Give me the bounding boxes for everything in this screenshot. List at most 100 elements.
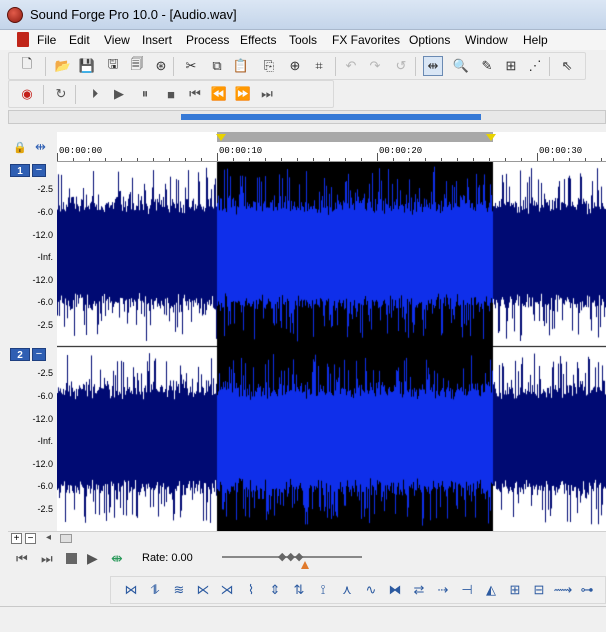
open-file-icon[interactable]: 📂 xyxy=(53,56,73,76)
redo-icon[interactable]: ↷ xyxy=(365,56,385,76)
play-device-icon[interactable]: ⇼ xyxy=(111,550,123,567)
save-icon[interactable]: 💾 xyxy=(77,56,97,76)
render-icon[interactable]: ⊛ xyxy=(151,56,171,76)
toolbar-separator xyxy=(173,57,174,76)
save-as-icon[interactable]: 🖫 xyxy=(103,56,123,76)
chorus-icon[interactable]: ⟟ xyxy=(313,580,333,600)
menu-tools[interactable]: Tools xyxy=(289,33,317,47)
menu-process[interactable]: Process xyxy=(186,33,229,47)
channel-2-collapse-button[interactable]: − xyxy=(32,348,46,361)
crop-icon[interactable]: ⌗ xyxy=(309,56,329,76)
pan-icon[interactable]: ⌇ xyxy=(241,580,261,600)
ruler-tick xyxy=(137,158,138,161)
fast-forward-icon[interactable]: ⏩ xyxy=(233,84,253,104)
selection-bar[interactable] xyxy=(216,132,496,142)
play-icon[interactable]: ▶ xyxy=(109,84,129,104)
menu-help[interactable]: Help xyxy=(523,33,548,47)
toolbar-separator xyxy=(43,85,44,104)
overview-visible-range[interactable] xyxy=(181,114,481,120)
reverb-icon[interactable]: ∿ xyxy=(361,580,381,600)
rate-default-marker xyxy=(301,561,309,569)
rate-slider-thumb[interactable]: ◆◆◆ xyxy=(278,550,303,563)
channel-1-collapse-button[interactable]: − xyxy=(32,164,46,177)
flanger-icon[interactable]: ⧓ xyxy=(385,580,405,600)
go-to-end-icon[interactable]: ⏭ xyxy=(41,551,53,567)
eq-icon[interactable]: ⇕ xyxy=(265,580,285,600)
paste-special-icon[interactable]: ⎘ xyxy=(259,56,279,76)
pause-icon[interactable]: ⏸ xyxy=(135,84,155,104)
db-scale-label: -2.5 xyxy=(37,320,53,330)
channel-1-badge[interactable]: 1 xyxy=(10,164,30,177)
menu-view[interactable]: View xyxy=(104,33,130,47)
graphic-eq-icon[interactable]: ⇅ xyxy=(289,580,309,600)
spectrum-icon[interactable]: ⊟ xyxy=(529,580,549,600)
noise-gate-icon[interactable]: ⊣ xyxy=(457,580,477,600)
cut-icon[interactable]: ✂ xyxy=(181,56,201,76)
play-all-icon[interactable]: ⏵ xyxy=(85,84,105,104)
document-icon[interactable] xyxy=(17,32,29,47)
ruler-tick xyxy=(153,158,154,161)
edit-tool-icon[interactable]: ⇹ xyxy=(423,56,443,76)
magnify-tool-icon[interactable]: 🔍 xyxy=(451,56,471,76)
snap-icon[interactable]: ⇹ xyxy=(35,139,46,155)
record-icon[interactable]: ◉ xyxy=(17,84,37,104)
menu-fx-favorites[interactable]: FX Favorites xyxy=(332,33,400,47)
help-pointer-icon[interactable]: ⇖ xyxy=(557,56,577,76)
menu-options[interactable]: Options xyxy=(409,33,450,47)
normalize-icon[interactable]: ⋊ xyxy=(217,580,237,600)
scroll-left-icon[interactable]: ◂ xyxy=(46,532,51,543)
save-all-icon[interactable]: 🗐 xyxy=(127,56,147,76)
reverse-icon[interactable]: ≋ xyxy=(169,580,189,600)
plugin-chainer-icon[interactable]: ⟿ xyxy=(553,580,573,600)
lock-icon[interactable]: 🔒 xyxy=(13,141,27,154)
menu-window[interactable]: Window xyxy=(465,33,508,47)
undo-icon[interactable]: ↶ xyxy=(341,56,361,76)
amplitude-icon[interactable]: ⊞ xyxy=(505,580,525,600)
menu-effects[interactable]: Effects xyxy=(240,33,276,47)
app-icon xyxy=(7,7,23,23)
delay-icon[interactable]: ⋏ xyxy=(337,580,357,600)
ruler-tick xyxy=(553,158,554,161)
transport-toolbar: ◉ ↻ ⏵ ▶ ⏸ ■ ⏮ ⏪ ⏩ ⏭ xyxy=(8,80,334,108)
ruler-tick xyxy=(105,158,106,161)
new-file-icon[interactable]: 🗋 xyxy=(17,56,37,76)
stop-icon[interactable]: ■ xyxy=(161,84,181,104)
selection-end-marker[interactable] xyxy=(486,134,496,141)
ruler-tick xyxy=(329,158,330,161)
copy-icon[interactable]: ⧉ xyxy=(207,56,227,76)
waveform-canvas[interactable] xyxy=(57,162,606,531)
fade-out-icon[interactable]: ⥮ xyxy=(145,580,165,600)
stop-icon[interactable] xyxy=(66,553,77,564)
pencil-tool-icon[interactable]: ✎ xyxy=(477,56,497,76)
loop-icon[interactable]: ↻ xyxy=(51,84,71,104)
go-to-end-icon[interactable]: ⏭ xyxy=(257,84,277,104)
horizontal-scrollbar-thumb[interactable] xyxy=(60,534,72,543)
event-tool-icon[interactable]: ⊞ xyxy=(501,56,521,76)
envelope-tool-icon[interactable]: ⋰ xyxy=(525,56,545,76)
volume-icon[interactable]: ⋉ xyxy=(193,580,213,600)
compressor-icon[interactable]: ◭ xyxy=(481,580,501,600)
time-stretch-icon[interactable]: ⇢ xyxy=(433,580,453,600)
db-scale-label: -12.0 xyxy=(32,275,53,285)
go-to-start-icon[interactable]: ⏮ xyxy=(16,551,28,567)
settings-icon[interactable]: ⊶ xyxy=(577,580,597,600)
zoom-out-button[interactable]: − xyxy=(25,533,36,544)
overview-bar[interactable] xyxy=(8,110,606,124)
fade-in-icon[interactable]: ⋈ xyxy=(121,580,141,600)
menu-file[interactable]: File xyxy=(37,33,56,47)
mix-icon[interactable]: ⊕ xyxy=(285,56,305,76)
selection-start-marker[interactable] xyxy=(216,134,226,141)
waveform-area[interactable] xyxy=(57,162,606,531)
ruler-tick xyxy=(297,158,298,161)
menu-insert[interactable]: Insert xyxy=(142,33,172,47)
pitch-icon[interactable]: ⇄ xyxy=(409,580,429,600)
time-ruler[interactable]: 00:00:00 00:00:10 00:00:20 00:00:30 xyxy=(57,132,606,162)
play-icon[interactable]: ▶ xyxy=(87,550,98,567)
repeat-icon[interactable]: ↺ xyxy=(391,56,411,76)
zoom-in-button[interactable]: + xyxy=(11,533,22,544)
channel-2-badge[interactable]: 2 xyxy=(10,348,30,361)
menu-edit[interactable]: Edit xyxy=(69,33,90,47)
go-to-start-icon[interactable]: ⏮ xyxy=(185,84,205,104)
paste-icon[interactable]: 📋 xyxy=(231,56,251,76)
rewind-icon[interactable]: ⏪ xyxy=(209,84,229,104)
